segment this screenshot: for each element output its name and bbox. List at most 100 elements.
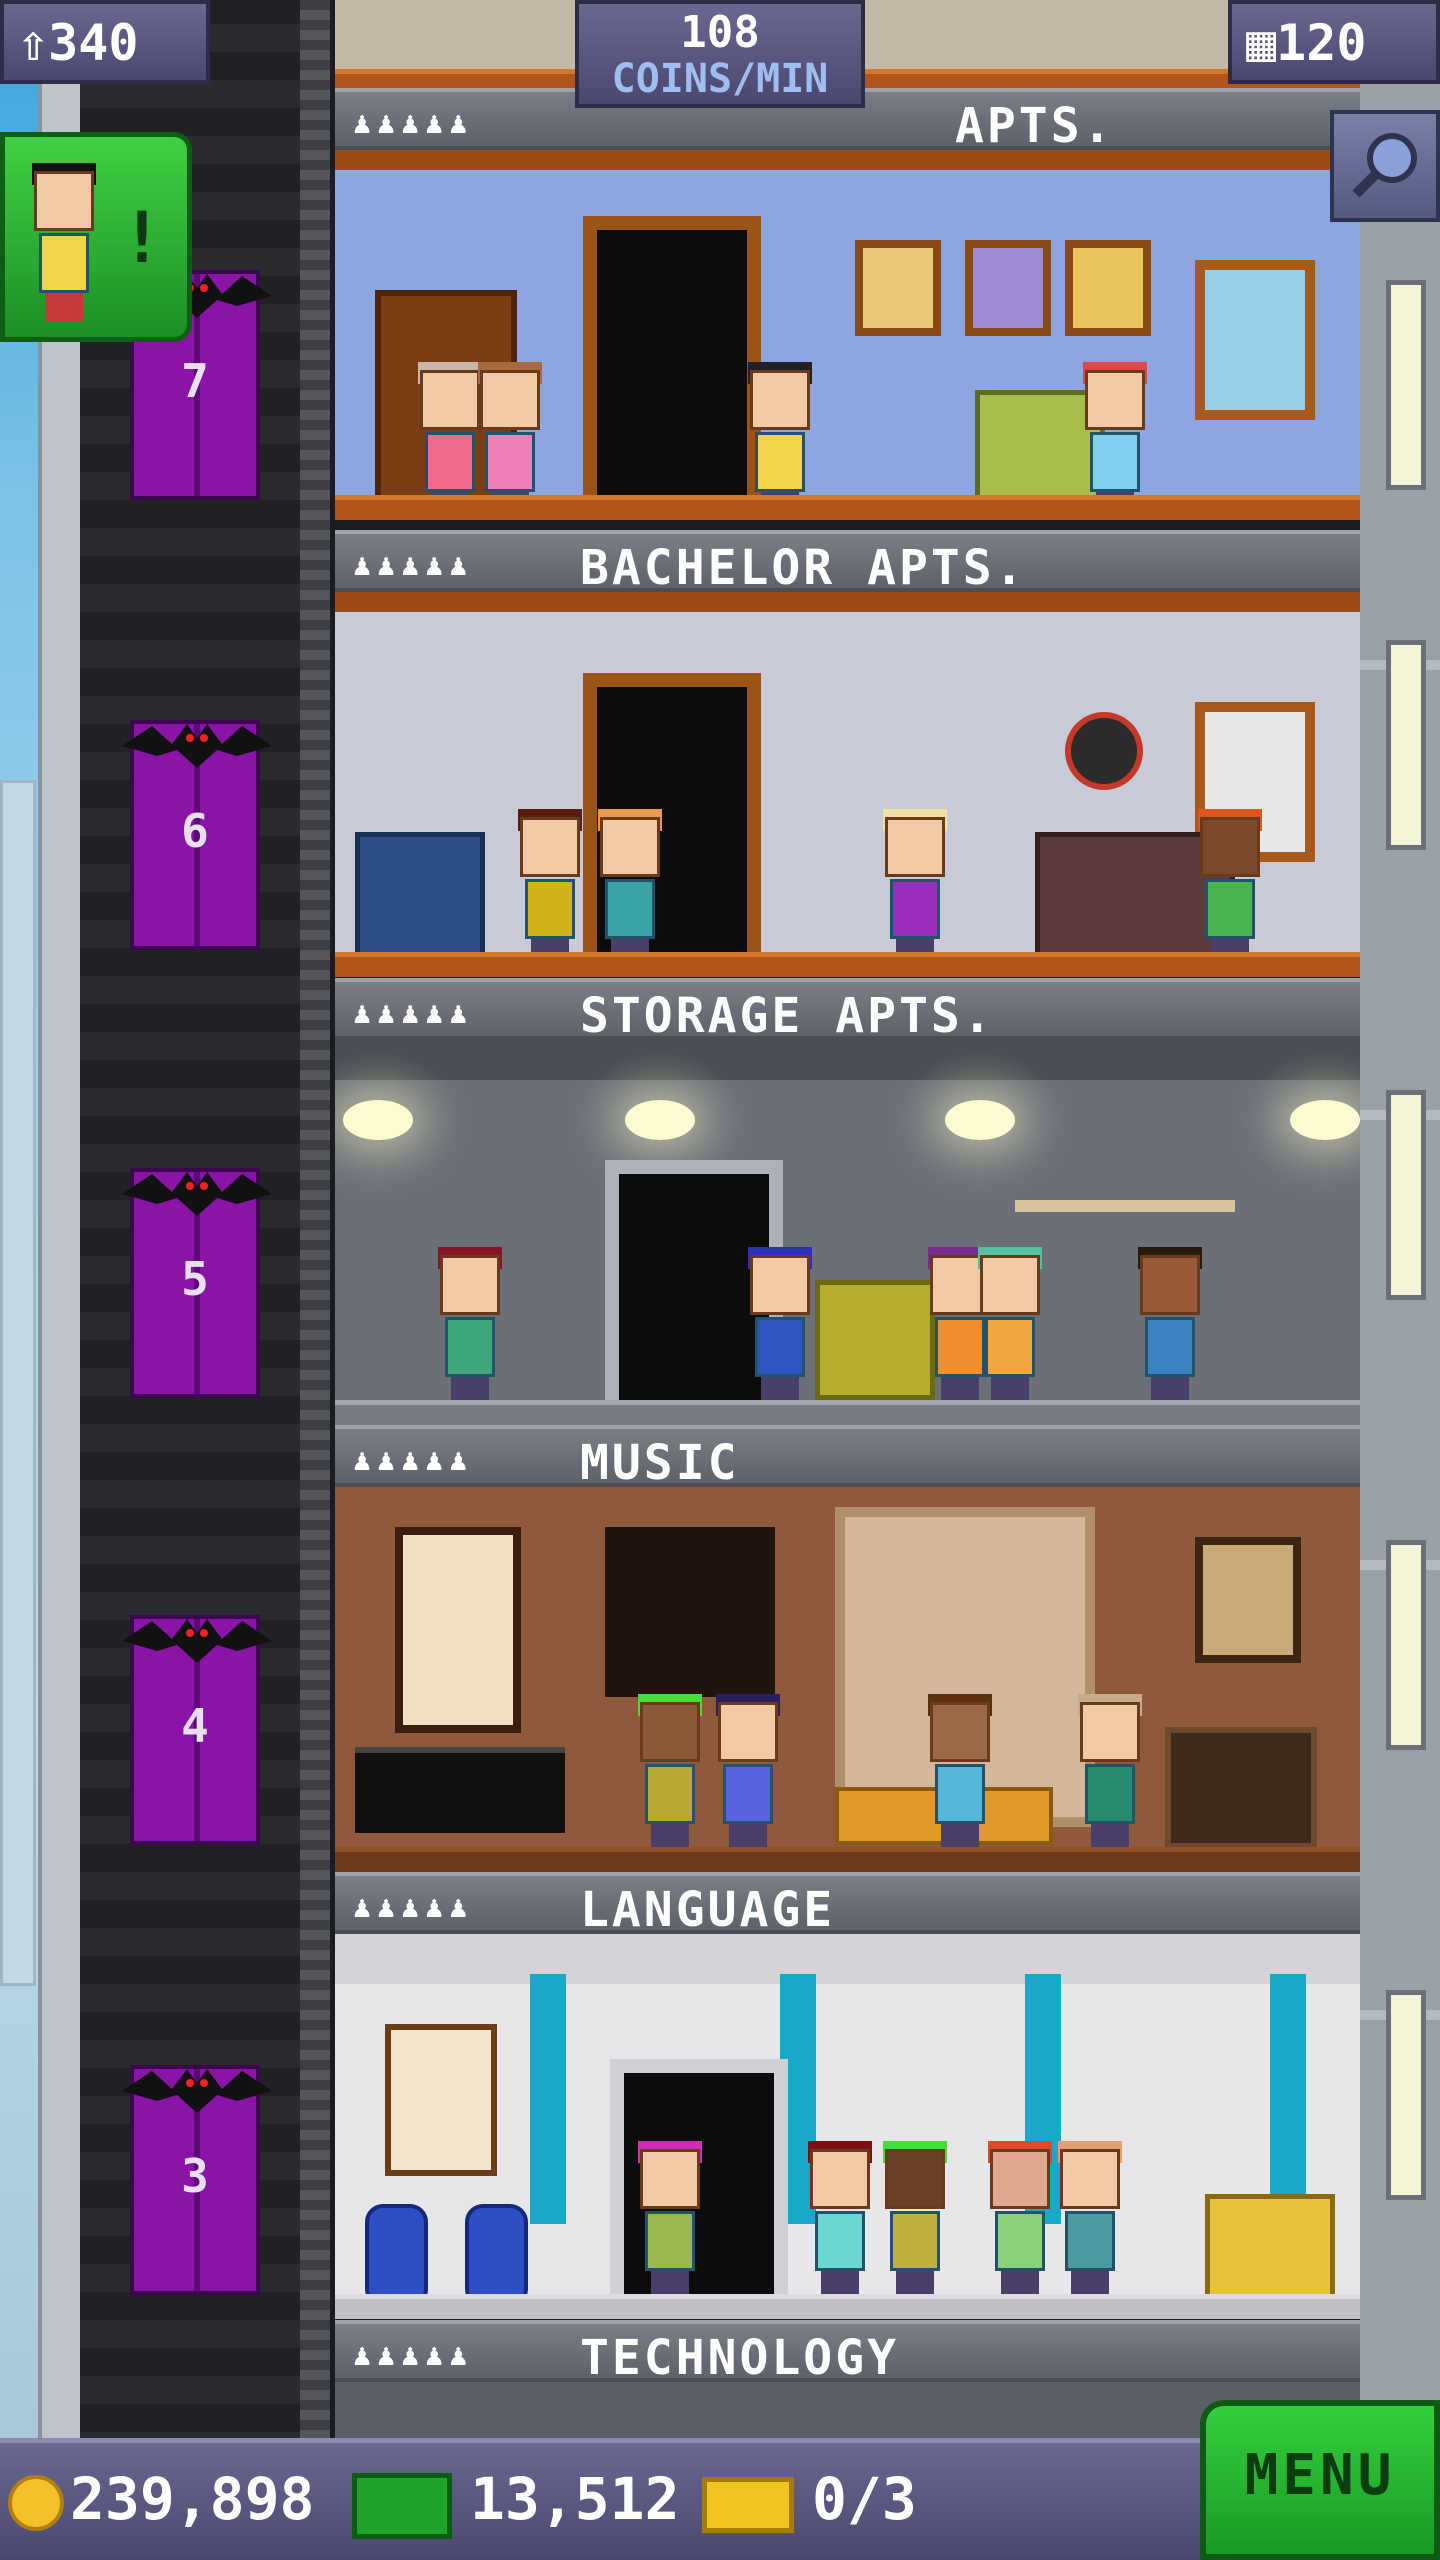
menu-button[interactable]: MENU [1200,2400,1440,2560]
floor-name: TECHNOLOGY [580,2330,899,2386]
floor-label-music[interactable]: ♟♟♟♟♟ MUSIC [335,1425,1360,1491]
tower-left-wall [38,0,84,2460]
tower-window [1386,280,1426,490]
ticket-icon [702,2477,794,2533]
tower-window [1386,1090,1426,1300]
zoom-button[interactable] [1330,110,1440,222]
bitizen[interactable] [880,809,950,967]
distant-building [0,780,36,1986]
vip-bitizen-avatar [29,163,99,321]
floor-capacity-icons: ♟♟♟♟♟ [353,1443,474,1478]
tickets-value: 0/3 [812,2465,917,2533]
bitizen[interactable] [745,1247,815,1405]
scroll-painting [385,2024,497,2176]
bat-icon [122,1619,272,1663]
floor-label-language[interactable]: ♟♟♟♟♟ LANGUAGE [335,1872,1360,1938]
coin-icon [8,2475,64,2531]
elevator-floor-number: 5 [181,1252,209,1306]
alert-icon: ! [120,197,163,279]
elevator-floor-number: 4 [181,1699,209,1753]
elevator-floor-number: 6 [181,804,209,858]
vase [365,2204,428,2307]
person-up-icon: ⇧ [18,14,49,72]
bitizen[interactable] [985,2141,1055,2299]
glyph-frieze [335,1934,1360,1984]
bitizen[interactable] [925,1694,995,1852]
golden-shrine [1205,2194,1335,2304]
room-door [583,216,761,500]
ceiling-lamp [625,1100,695,1140]
vip-bitizen-notification[interactable]: ! [0,132,192,342]
picture-frame [855,240,941,336]
bux-icon [352,2473,452,2539]
magnifier-icon [1352,133,1417,198]
bitizen[interactable] [1135,1247,1205,1405]
bitizen[interactable] [713,1694,783,1852]
tower-window [1386,1540,1426,1750]
picture-frame [965,240,1051,336]
bat-icon [122,2069,272,2113]
floor-capacity-icons: ♟♟♟♟♟ [353,1890,474,1925]
floor-label-bachelor-apts[interactable]: ♟♟♟♟♟ BACHELOR APTS. [335,530,1360,596]
coins-per-min-value: 108 [680,7,760,58]
room-window [395,1527,521,1733]
room-apartments[interactable] [335,150,1360,520]
bitizen[interactable] [1195,809,1265,967]
coins-per-min-unit: COINS/MIN [611,56,829,102]
column [1270,1974,1306,2224]
column [530,1974,566,2224]
floor-name: MUSIC [580,1435,740,1491]
vase [465,2204,528,2307]
tower-window [1386,1990,1426,2200]
tower-right-wall [1360,0,1440,2460]
room-storage-apts[interactable] [335,1040,1360,1425]
grand-piano [355,1747,565,1833]
floor-label-technology[interactable]: ♟♟♟♟♟ TECHNOLOGY [335,2320,1360,2386]
bitizen[interactable] [880,2141,950,2299]
picture-frame [1065,240,1151,336]
elevator-floor-number: 7 [181,354,209,408]
stage-curtain [605,1527,775,1697]
elevator-floor-number: 3 [181,2149,209,2203]
bitizen[interactable] [805,2141,875,2299]
floor-name: APTS. [955,98,1115,154]
room-window [1195,260,1315,420]
elevator-car-5[interactable]: 5 [122,1168,272,1398]
floors-counter[interactable]: ▦120 [1228,0,1440,84]
bitizen[interactable] [1055,2141,1125,2299]
floor-label-storage-apts[interactable]: ♟♟♟♟♟ STORAGE APTS. [335,978,1360,1044]
floor-name: BACHELOR APTS. [580,540,1027,596]
elevator-car-6[interactable]: 6 [122,720,272,950]
room-music[interactable] [335,1487,1360,1872]
building-icon: ▦ [1246,14,1277,72]
fireplace [1165,1727,1317,1849]
bookshelf [1015,1200,1235,1212]
dartboard [1065,712,1143,790]
coins-per-minute: 108 COINS/MIN [575,0,865,108]
population-value: 340 [48,14,139,72]
tower-window [1386,640,1426,850]
population-counter[interactable]: ⇧340 [0,0,210,84]
room-language[interactable] [335,1934,1360,2319]
storage-cabinet [815,1280,935,1400]
elevator-car-3[interactable]: 3 [122,2065,272,2295]
beanbag [355,832,485,962]
bitizen[interactable] [595,809,665,967]
bitizen[interactable] [435,1247,505,1405]
floor-name: LANGUAGE [580,1882,836,1938]
ceiling-lamp [343,1100,413,1140]
room-bachelor-apts[interactable] [335,592,1360,977]
coins-value: 239,898 [70,2465,315,2533]
bitizen[interactable] [515,809,585,967]
elevator-rail [300,0,330,2460]
bitizen[interactable] [1075,1694,1145,1852]
ceiling-lamp [945,1100,1015,1140]
bitizen[interactable] [635,1694,705,1852]
floor-name: STORAGE APTS. [580,988,995,1044]
elevator-car-4[interactable]: 4 [122,1615,272,1845]
floors-value: 120 [1276,14,1367,72]
floor-capacity-icons: ♟♟♟♟♟ [353,2338,474,2373]
bitizen[interactable] [635,2141,705,2299]
painting [1195,1537,1301,1663]
bitizen[interactable] [975,1247,1045,1405]
